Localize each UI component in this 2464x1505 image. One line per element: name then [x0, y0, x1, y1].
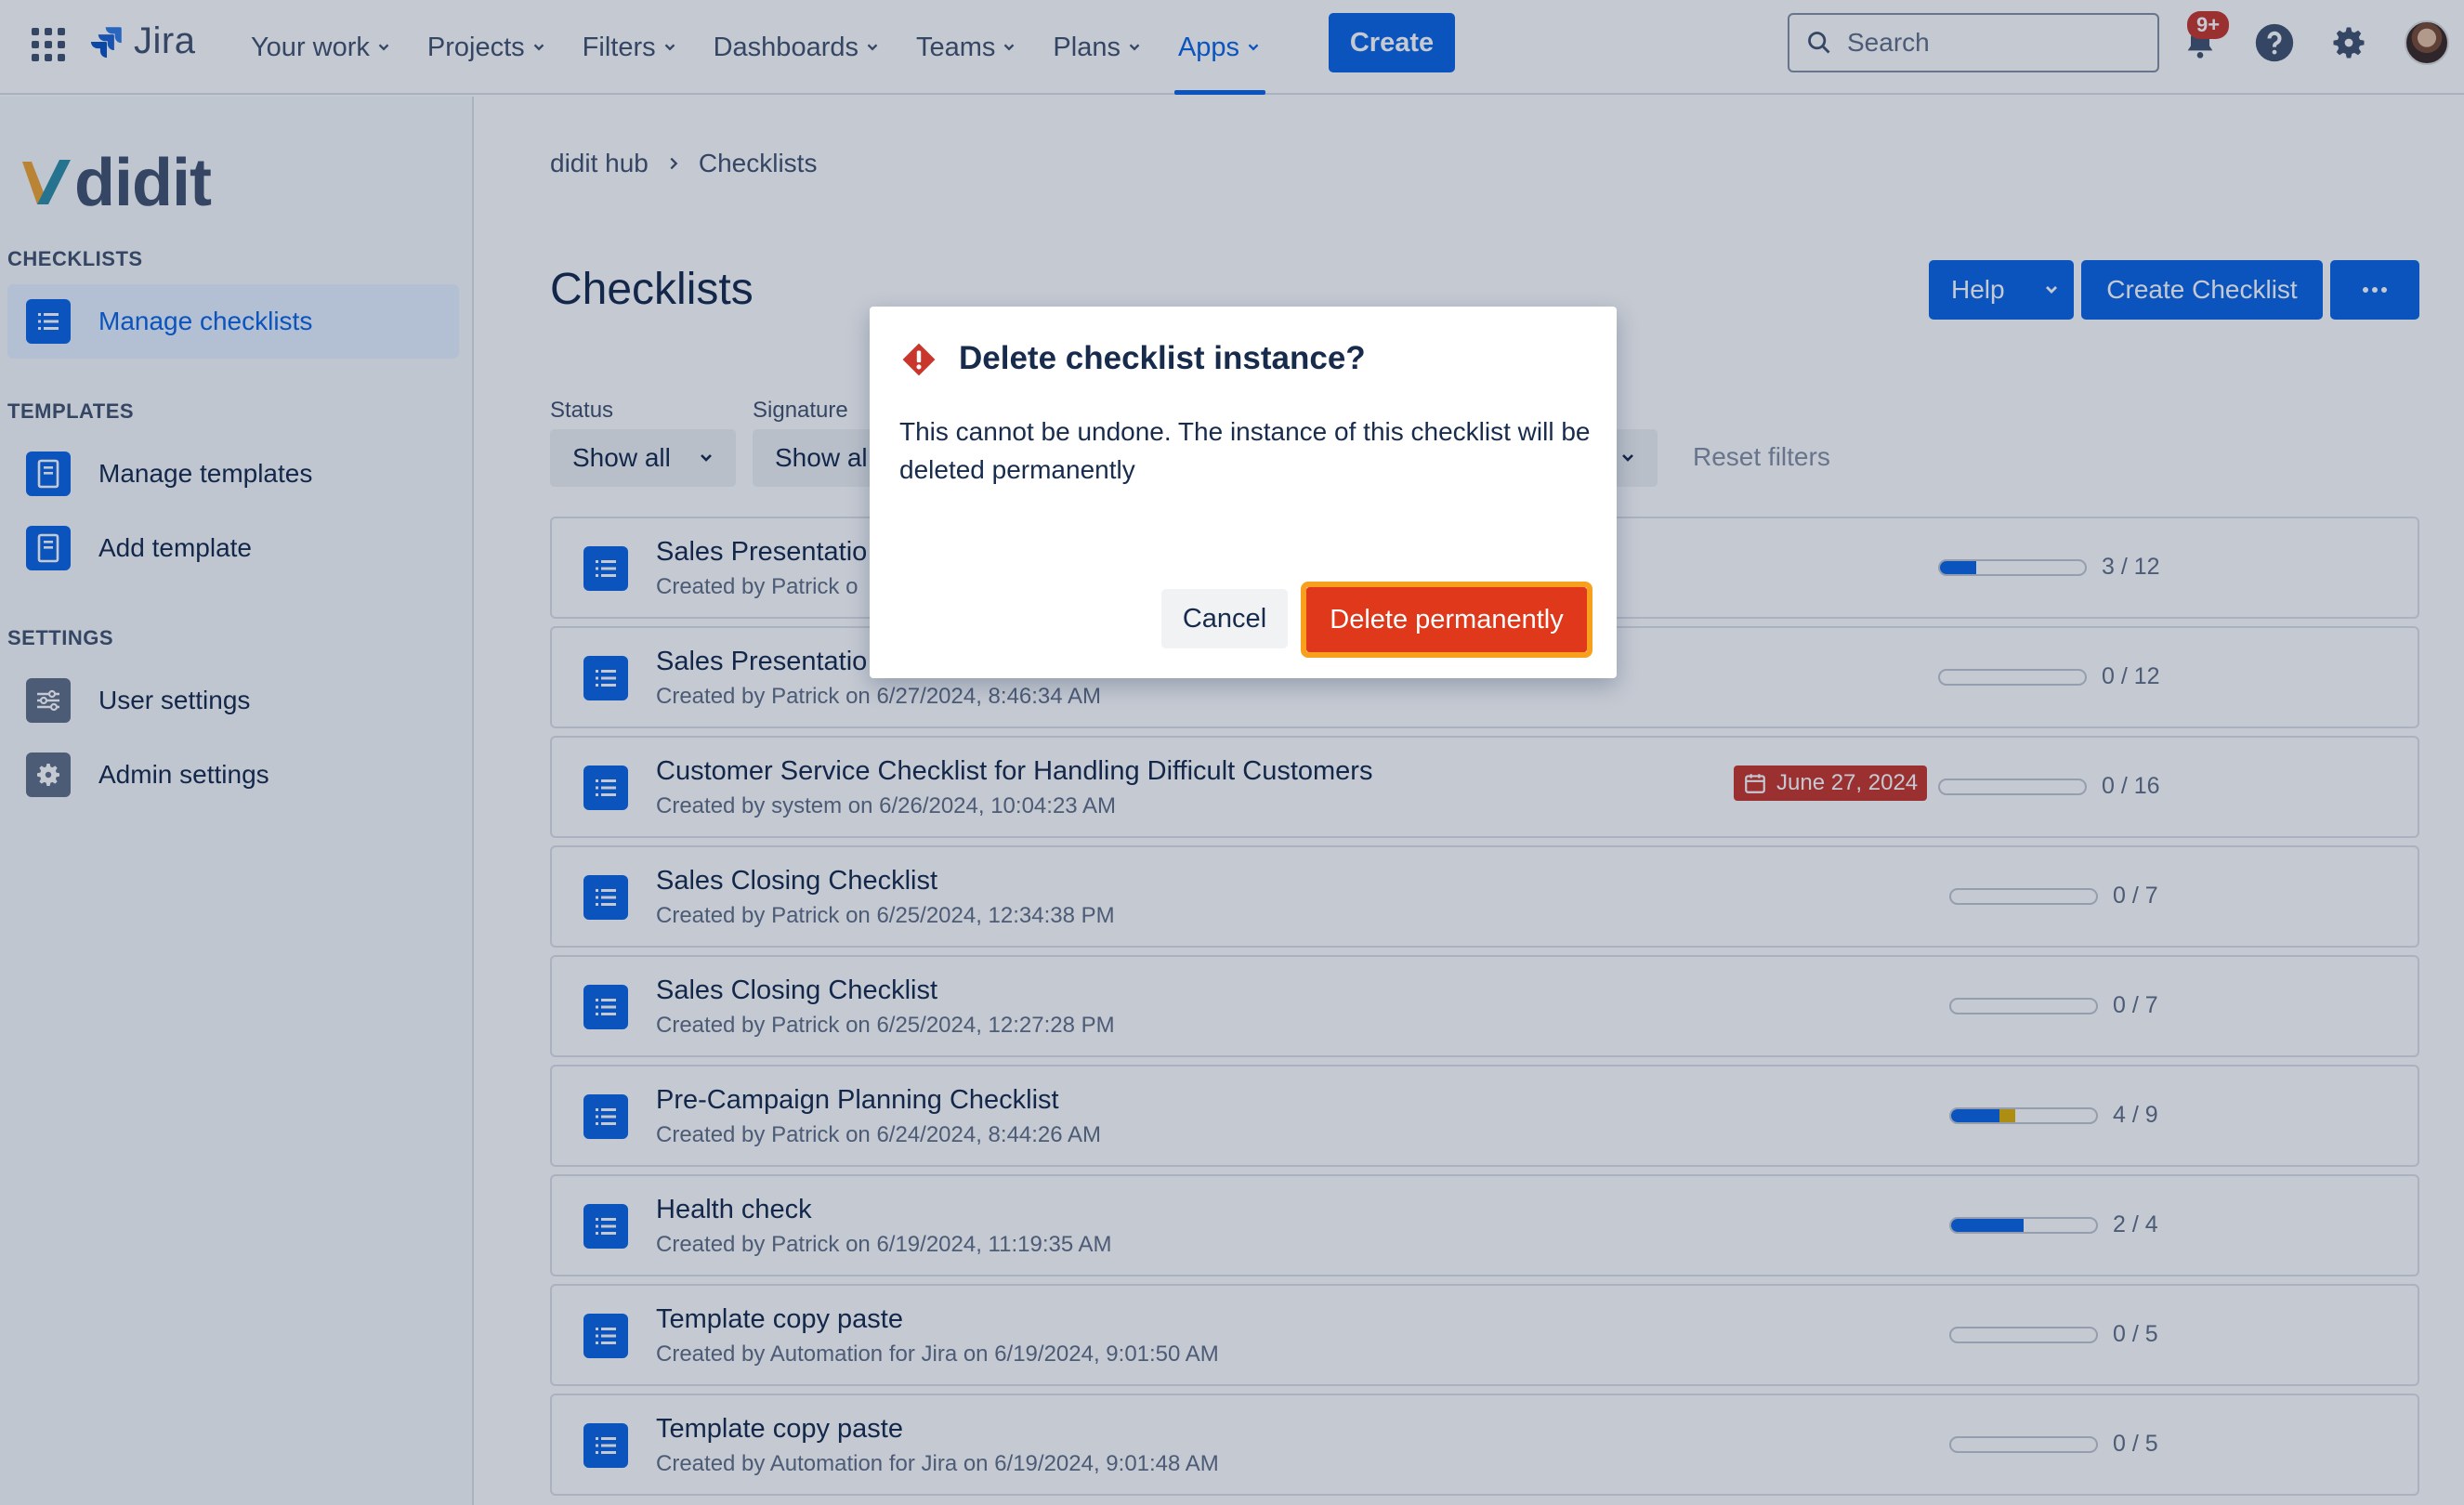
error-icon	[902, 343, 936, 376]
dialog-title: Delete checklist instance?	[959, 340, 1366, 376]
dialog-message: This cannot be undone. The instance of t…	[899, 417, 1591, 484]
delete-button-focus-ring: Delete permanently	[1301, 582, 1592, 658]
modal-overlay[interactable]	[0, 0, 2464, 1505]
delete-permanently-button[interactable]: Delete permanently	[1306, 587, 1587, 652]
cancel-button[interactable]: Cancel	[1161, 589, 1288, 648]
delete-dialog: Delete checklist instance? This cannot b…	[870, 307, 1617, 678]
